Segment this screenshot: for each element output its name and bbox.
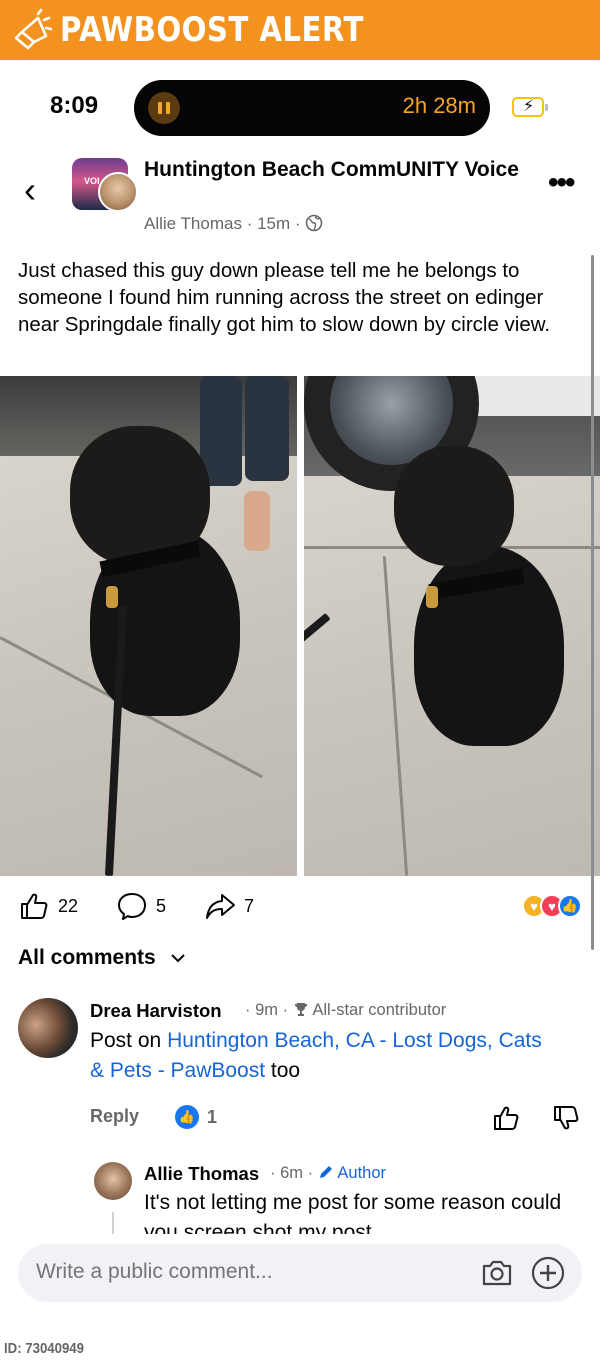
add-attachment-icon[interactable] (530, 1255, 566, 1291)
pawboost-banner: PAWBOOST ALERT (0, 0, 600, 60)
thread-line (112, 1212, 114, 1236)
dog-photo-front[interactable] (0, 376, 297, 876)
post-time: 15m (257, 214, 291, 233)
comment-composer (0, 1234, 600, 1314)
comment-time: 9m (255, 1001, 279, 1019)
like-reaction-icon: 👍 (558, 894, 582, 918)
dog-photo-side[interactable] (304, 376, 600, 876)
group-name[interactable]: Huntington Beach CommUNITY Voice (144, 155, 524, 185)
like-reaction-icon: 👍 (175, 1105, 199, 1129)
pencil-icon (319, 1166, 332, 1178)
comment-input[interactable] (36, 1260, 456, 1284)
thumbs-up-icon (21, 893, 48, 919)
comment-button[interactable]: 5 (116, 890, 166, 922)
trophy-icon (294, 1003, 307, 1016)
comment-input-pill[interactable] (18, 1244, 582, 1302)
person-leg (245, 376, 289, 481)
reply-text: It's not letting me post for some reason… (144, 1191, 562, 1234)
comments-filter[interactable]: All comments (18, 946, 186, 970)
commenter-avatar[interactable] (18, 998, 78, 1058)
comment-like-icon[interactable] (492, 1104, 520, 1132)
reply-meta: · 6m · Author (270, 1164, 386, 1183)
person-foot (244, 491, 270, 551)
camera-icon[interactable] (480, 1256, 514, 1290)
pawboost-id-label: ID: 73040949 (4, 1340, 84, 1357)
author-avatar[interactable] (98, 172, 138, 212)
post-actions: 22 5 7 ♥ ♥ 👍 (0, 890, 600, 926)
banner-title: PAWBOOST ALERT (60, 10, 364, 50)
chevron-down-icon (170, 954, 185, 963)
comment-meta: · 9m · All-star contributor (245, 1001, 446, 1020)
reply-author-name[interactable]: Allie Thomas (144, 1163, 259, 1185)
like-button[interactable]: 22 (18, 890, 78, 922)
leash-clip (426, 586, 438, 608)
share-button[interactable]: 7 (204, 890, 254, 922)
car-body (464, 376, 600, 416)
clock: 8:09 (50, 92, 99, 119)
meta-separator: · (307, 1164, 314, 1182)
comment-text: Post on Huntington Beach, CA - Lost Dogs… (90, 1026, 560, 1086)
reply-time: 6m (280, 1164, 304, 1182)
meta-separator: · (294, 214, 301, 233)
contributor-badge: All-star contributor (312, 1001, 447, 1019)
post-author[interactable]: Allie Thomas (144, 214, 242, 233)
reply-author-avatar[interactable] (94, 1162, 132, 1200)
meta-separator: · (246, 214, 253, 233)
commenter-name[interactable]: Drea Harviston (90, 1000, 222, 1022)
comment-count: 5 (156, 895, 167, 916)
post-meta: Allie Thomas · 15m · (144, 214, 323, 234)
meta-separator: · (282, 1001, 289, 1019)
battery-charging-icon: ⚡ (512, 97, 548, 117)
comment-text-prefix: Post on (90, 1029, 168, 1052)
more-options-icon[interactable]: ••• (548, 166, 575, 200)
megaphone-icon (14, 8, 52, 50)
back-arrow-icon[interactable]: ‹ (24, 172, 36, 208)
comment-like-count[interactable]: 👍 1 (175, 1105, 217, 1129)
status-bar: 8:09 2h 28m ⚡ (0, 80, 600, 136)
globe-icon (306, 214, 323, 232)
author-badge: Author (337, 1164, 387, 1182)
post-text: Just chased this guy down please tell me… (18, 259, 551, 336)
dynamic-island[interactable]: 2h 28m (134, 80, 490, 136)
like-count: 22 (58, 895, 79, 916)
comment-like-number: 1 (207, 1106, 218, 1127)
comment-dislike-icon[interactable] (552, 1104, 580, 1132)
dog-head (394, 446, 514, 566)
comment-text-suffix: too (265, 1059, 301, 1082)
meta-separator: · (270, 1164, 276, 1182)
comments-filter-label: All comments (18, 946, 156, 969)
reply-button[interactable]: Reply (90, 1106, 139, 1127)
scrollbar[interactable] (591, 255, 594, 950)
reaction-summary[interactable]: ♥ ♥ 👍 (522, 894, 582, 918)
share-count: 7 (244, 895, 255, 916)
leash-clip (106, 586, 118, 608)
post-header: ‹ VOI Huntington Beach CommUNITY Voice A… (0, 150, 600, 240)
pause-icon[interactable] (148, 92, 180, 124)
meta-separator: · (245, 1001, 251, 1019)
activity-timer: 2h 28m (402, 93, 476, 118)
comment-bubble-icon (118, 893, 146, 920)
share-arrow-icon (206, 894, 235, 919)
